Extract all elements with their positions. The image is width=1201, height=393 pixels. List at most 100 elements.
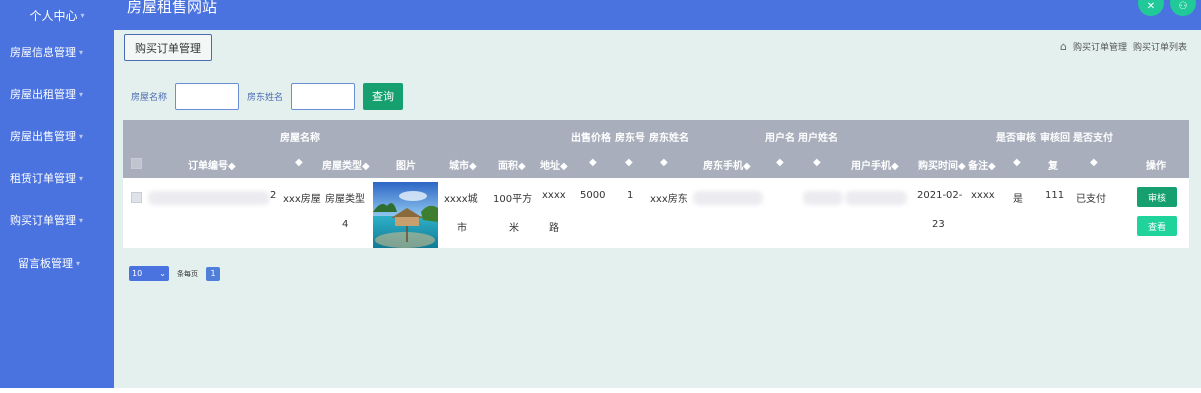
remark-cell: xxxx <box>971 190 995 201</box>
house-type-cell-2: 4 <box>342 219 349 230</box>
user-center-label: 个人中心 <box>29 8 78 23</box>
pagination: 10 ⌄ 条每页 1 <box>129 266 220 281</box>
sort-icon: ◆ <box>560 161 568 172</box>
breadcrumb-item[interactable]: 购买订单管理 <box>1073 40 1127 53</box>
sort-house-name[interactable]: ◆ <box>295 157 303 168</box>
bottom-strip <box>0 388 1201 393</box>
breadcrumb-item: 购买订单列表 <box>1132 43 1187 53</box>
header-sale-price: 出售价格 <box>571 133 611 144</box>
header-house-type[interactable]: 房屋类型◆ <box>322 157 370 172</box>
page-number-current[interactable]: 1 <box>206 266 220 281</box>
header-image: 图片 <box>396 161 416 172</box>
house-image <box>373 182 438 248</box>
purchase-time-cell: 2021-02- <box>917 190 963 201</box>
review-reply-cell: 111 <box>1045 190 1065 201</box>
header-user-phone[interactable]: 用户手机◆ <box>851 157 899 172</box>
chevron-down-icon: ▾ <box>79 215 84 225</box>
sort-sale-price[interactable]: ◆ <box>589 157 597 168</box>
sidebar-item-label: 房屋出售管理 <box>10 130 76 143</box>
sort-username[interactable]: ◆ <box>776 157 784 168</box>
house-photo-icon <box>373 182 438 248</box>
header-is-reviewed: 是否审核 <box>996 133 1036 144</box>
order-no-tail: 2 <box>270 190 277 201</box>
city-cell: xxxx城 <box>444 194 478 205</box>
sort-owner-name[interactable]: ◆ <box>660 157 668 168</box>
order-no-redacted <box>148 191 270 205</box>
header-is-paid: 是否支付 <box>1073 133 1113 144</box>
sidebar-item-purchase-orders[interactable]: 购买订单管理 ▾ <box>0 208 114 232</box>
tab-purchase-orders[interactable]: 购买订单管理 <box>124 34 212 61</box>
sort-icon: ◆ <box>362 161 370 172</box>
address-cell-2: 路 <box>549 223 559 234</box>
page-size-select[interactable]: 10 ⌄ <box>129 266 169 281</box>
header-review-reply: 审核回 <box>1040 133 1070 144</box>
sidebar-item-message-board[interactable]: 留言板管理 ▾ <box>0 251 114 275</box>
chevron-down-icon: ▾ <box>76 258 81 268</box>
user-realname-redacted <box>803 191 843 205</box>
chevron-down-icon: ▾ <box>79 89 84 99</box>
header-house-name: 房屋名称 <box>280 133 320 144</box>
per-page-label: 条每页 <box>177 269 198 278</box>
sort-icon: ◆ <box>228 161 236 172</box>
sort-icon: ◆ <box>958 161 966 172</box>
review-button[interactable]: 审核 <box>1137 187 1177 207</box>
owner-no-cell: 1 <box>627 190 634 201</box>
owner-name-label: 房东姓名 <box>247 92 284 103</box>
chevron-down-icon: ▾ <box>80 10 85 20</box>
area-cell: 100平方 <box>493 194 533 205</box>
header-remark[interactable]: 备注◆ <box>968 157 996 172</box>
sidebar-item-house-info[interactable]: 房屋信息管理 ▾ <box>0 40 114 64</box>
sort-icon: ◆ <box>988 161 996 172</box>
user-avatar-button[interactable]: ⚇ <box>1170 0 1196 16</box>
sidebar-item-house-rent[interactable]: 房屋出租管理 ▾ <box>0 82 114 106</box>
sort-is-reviewed[interactable]: ◆ <box>1013 157 1021 168</box>
sidebar-item-label: 购买订单管理 <box>10 214 76 227</box>
sidebar-item-label: 租赁订单管理 <box>10 172 76 185</box>
chevron-down-icon: ▾ <box>79 131 84 141</box>
purchase-time-cell-2: 23 <box>932 219 945 230</box>
header-area[interactable]: 面积◆ <box>498 157 526 172</box>
expand-icon: ✕ <box>1146 1 1156 12</box>
orders-table: 房屋名称 出售价格 房东号 房东姓名 用户名 用户姓名 是否审核 审核回 是否支… <box>123 120 1189 248</box>
header-address[interactable]: 地址◆ <box>540 157 568 172</box>
chevron-down-icon: ▾ <box>79 173 84 183</box>
house-name-input[interactable] <box>175 82 240 110</box>
query-button[interactable]: 查询 <box>363 82 404 110</box>
sort-icon: ◆ <box>469 161 477 172</box>
sidebar-item-rental-orders[interactable]: 租赁订单管理 ▾ <box>0 166 114 190</box>
user-center-menu[interactable]: 个人中心 ▾ <box>0 0 114 30</box>
header-action: 操作 <box>1146 161 1166 172</box>
view-button[interactable]: 查看 <box>1137 216 1177 236</box>
header-user-realname: 用户姓名 <box>798 133 838 144</box>
city-cell-2: 市 <box>457 223 467 234</box>
select-all-checkbox[interactable] <box>131 158 142 169</box>
address-cell: xxxx <box>542 190 566 201</box>
header-owner-phone[interactable]: 房东手机◆ <box>703 157 751 172</box>
sidebar-item-label: 留言板管理 <box>18 257 73 270</box>
owner-name-cell: xxx房东 <box>650 194 688 205</box>
sort-icon: ◆ <box>891 161 899 172</box>
header-owner-name: 房东姓名 <box>649 133 689 144</box>
home-icon[interactable]: ⌂ <box>1060 40 1067 53</box>
sidebar-item-house-sale[interactable]: 房屋出售管理 ▾ <box>0 124 114 148</box>
user-phone-redacted <box>845 191 907 205</box>
header-order-no[interactable]: 订单编号◆ <box>188 157 236 172</box>
sidebar-item-label: 房屋出租管理 <box>10 88 76 101</box>
house-name-label: 房屋名称 <box>131 92 168 103</box>
row-checkbox[interactable] <box>131 192 142 203</box>
sort-icon: ◆ <box>518 161 526 172</box>
page-size-value: 10 <box>132 269 143 278</box>
is-reviewed-cell: 是 <box>1013 194 1023 205</box>
owner-name-input[interactable] <box>291 82 356 110</box>
fullscreen-button[interactable]: ✕ <box>1138 0 1164 16</box>
header-city[interactable]: 城市◆ <box>449 157 477 172</box>
header-reply: 复 <box>1048 161 1058 172</box>
header-purchase-time[interactable]: 购买时间◆ <box>918 157 966 172</box>
user-icon: ⚇ <box>1178 1 1188 12</box>
house-type-cell: 房屋类型 <box>325 194 365 205</box>
sort-owner-no[interactable]: ◆ <box>625 157 633 168</box>
sort-is-paid[interactable]: ◆ <box>1090 157 1098 168</box>
sort-user-realname[interactable]: ◆ <box>813 157 821 168</box>
header-owner-no: 房东号 <box>615 133 645 144</box>
header-username: 用户名 <box>765 133 795 144</box>
